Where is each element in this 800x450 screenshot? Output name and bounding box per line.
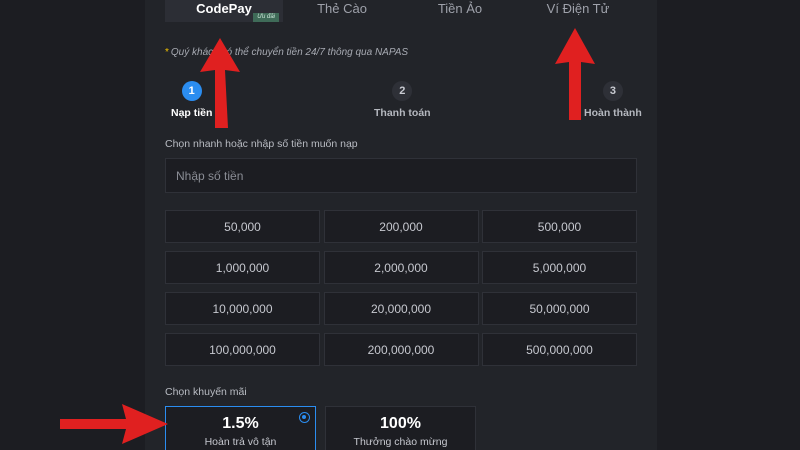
amount-option[interactable]: 500,000,000 <box>482 333 637 366</box>
promo-option-cashback[interactable]: 1.5% Hoàn trả vô tận <box>165 406 316 450</box>
amount-option[interactable]: 500,000 <box>482 210 637 243</box>
step-number: 2 <box>392 81 413 101</box>
promo-option-welcome[interactable]: 100% Thưởng chào mừng <box>325 406 476 450</box>
amount-option[interactable]: 10,000,000 <box>165 292 320 325</box>
napas-notice: * Quý khách có thể chuyển tiền 24/7 thông… <box>165 47 408 58</box>
promo-desc: Thưởng chào mừng <box>353 436 448 448</box>
amount-label: Chọn nhanh hoặc nhập số tiền muốn nạp <box>165 138 358 150</box>
tab-label: Tiền Ảo <box>437 1 483 16</box>
tab-label: Thẻ Cào <box>317 1 367 16</box>
promo-value: 100% <box>380 415 421 432</box>
amount-option[interactable]: 2,000,000 <box>323 251 479 284</box>
amount-option[interactable]: 200,000,000 <box>323 333 479 366</box>
step-payment: 2 Thanh toán <box>374 81 431 119</box>
amount-option[interactable]: 100,000,000 <box>165 333 320 366</box>
amount-option[interactable]: 50,000 <box>165 210 320 243</box>
promo-badge: Ưu đãi <box>253 13 279 22</box>
quick-amount-grid: 50,000 200,000 500,000 1,000,000 2,000,0… <box>165 210 637 366</box>
step-label: Thanh toán <box>374 107 431 119</box>
amount-option[interactable]: 50,000,000 <box>482 292 637 325</box>
tab-codepay[interactable]: CodePay Ưu đãi <box>165 0 283 22</box>
notice-text: Quý khách có thể chuyển tiền 24/7 thông … <box>170 47 409 58</box>
radio-selected-icon <box>299 412 310 423</box>
step-number: 1 <box>181 81 202 101</box>
promo-desc: Hoàn trả vô tận <box>204 436 277 448</box>
payment-method-tabs: CodePay Ưu đãi Thẻ Cào Tiền Ảo Ví Điện T… <box>165 0 637 22</box>
promo-value: 1.5% <box>222 415 259 432</box>
amount-option[interactable]: 1,000,000 <box>165 251 320 284</box>
tab-tien-ao[interactable]: Tiền Ảo <box>401 0 519 22</box>
step-label: Nạp tiền <box>171 107 213 119</box>
tab-vi-dien-tu[interactable]: Ví Điện Tử <box>519 0 637 22</box>
step-number: 3 <box>602 81 623 101</box>
step-deposit: 1 Nạp tiền <box>171 81 212 119</box>
tab-the-cao[interactable]: Thẻ Cào <box>283 0 401 22</box>
amount-option[interactable]: 200,000 <box>323 210 479 243</box>
amount-input[interactable] <box>165 158 637 193</box>
amount-option[interactable]: 20,000,000 <box>323 292 479 325</box>
step-complete: 3 Hoàn thành <box>584 81 642 119</box>
notice-star: * <box>165 47 169 58</box>
tab-label: CodePay <box>196 1 252 16</box>
step-label: Hoàn thành <box>584 107 642 119</box>
promo-label: Chọn khuyến mãi <box>165 386 247 398</box>
tab-label: Ví Điện Tử <box>546 1 610 16</box>
amount-option[interactable]: 5,000,000 <box>482 251 637 284</box>
